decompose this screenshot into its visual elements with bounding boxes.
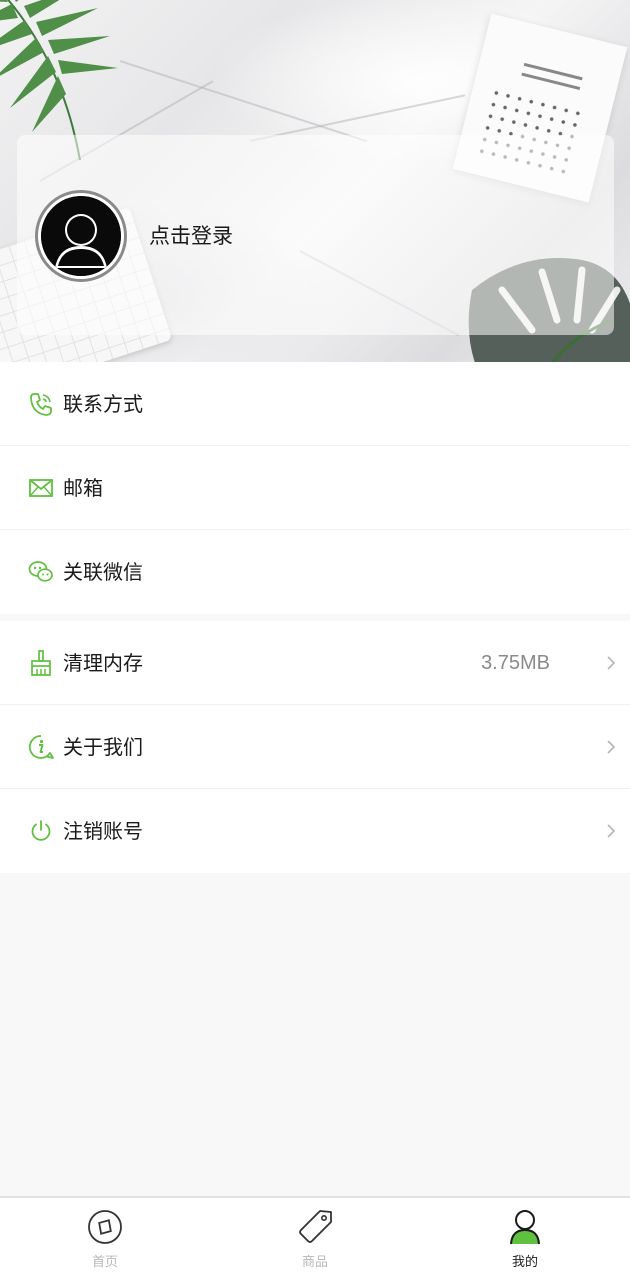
chevron-right-icon	[607, 656, 616, 670]
contact-menu-group: 联系方式 邮箱 关联微信	[0, 362, 630, 614]
menu-item-clear-cache[interactable]: 清理内存 3.75MB	[0, 621, 630, 705]
menu-label: 关联微信	[63, 560, 143, 584]
tab-products[interactable]: 商品	[210, 1198, 420, 1280]
compass-icon	[88, 1210, 122, 1244]
menu-item-about-us[interactable]: 关于我们	[0, 705, 630, 789]
menu-label: 邮箱	[63, 476, 103, 500]
profile-header	[0, 0, 630, 362]
menu-item-contact[interactable]: 联系方式	[0, 362, 630, 446]
marble-vein	[119, 60, 368, 143]
menu-label: 联系方式	[63, 392, 143, 416]
tab-label: 首页	[91, 1255, 118, 1270]
phone-icon	[30, 393, 52, 416]
menu-label: 注销账号	[63, 819, 143, 843]
login-link[interactable]: 点击登录	[149, 222, 233, 250]
mail-icon	[29, 479, 53, 497]
broom-icon	[31, 650, 51, 676]
menu-label: 清理内存	[63, 651, 143, 675]
power-icon	[31, 820, 51, 841]
user-icon	[510, 1210, 540, 1245]
avatar[interactable]	[35, 190, 127, 282]
bottom-tab-bar: 首页 商品 我的	[0, 1196, 630, 1280]
tab-label: 商品	[301, 1255, 328, 1270]
info-icon	[28, 735, 54, 759]
chevron-right-icon	[607, 824, 616, 838]
menu-label: 关于我们	[63, 735, 143, 759]
tab-home[interactable]: 首页	[0, 1198, 210, 1280]
tab-label: 我的	[511, 1255, 538, 1270]
menu-item-delete-account[interactable]: 注销账号	[0, 789, 630, 873]
tab-mine[interactable]: 我的	[420, 1198, 630, 1280]
cache-size-value: 3.75MB	[481, 652, 550, 674]
chevron-right-icon	[607, 740, 616, 754]
wechat-icon	[28, 561, 53, 582]
menu-item-wechat[interactable]: 关联微信	[0, 530, 630, 614]
tag-icon	[299, 1210, 332, 1243]
menu-item-email[interactable]: 邮箱	[0, 446, 630, 530]
settings-menu-group: 清理内存 3.75MB 关于我们 注销账号	[0, 621, 630, 873]
default-avatar-icon	[41, 196, 121, 276]
